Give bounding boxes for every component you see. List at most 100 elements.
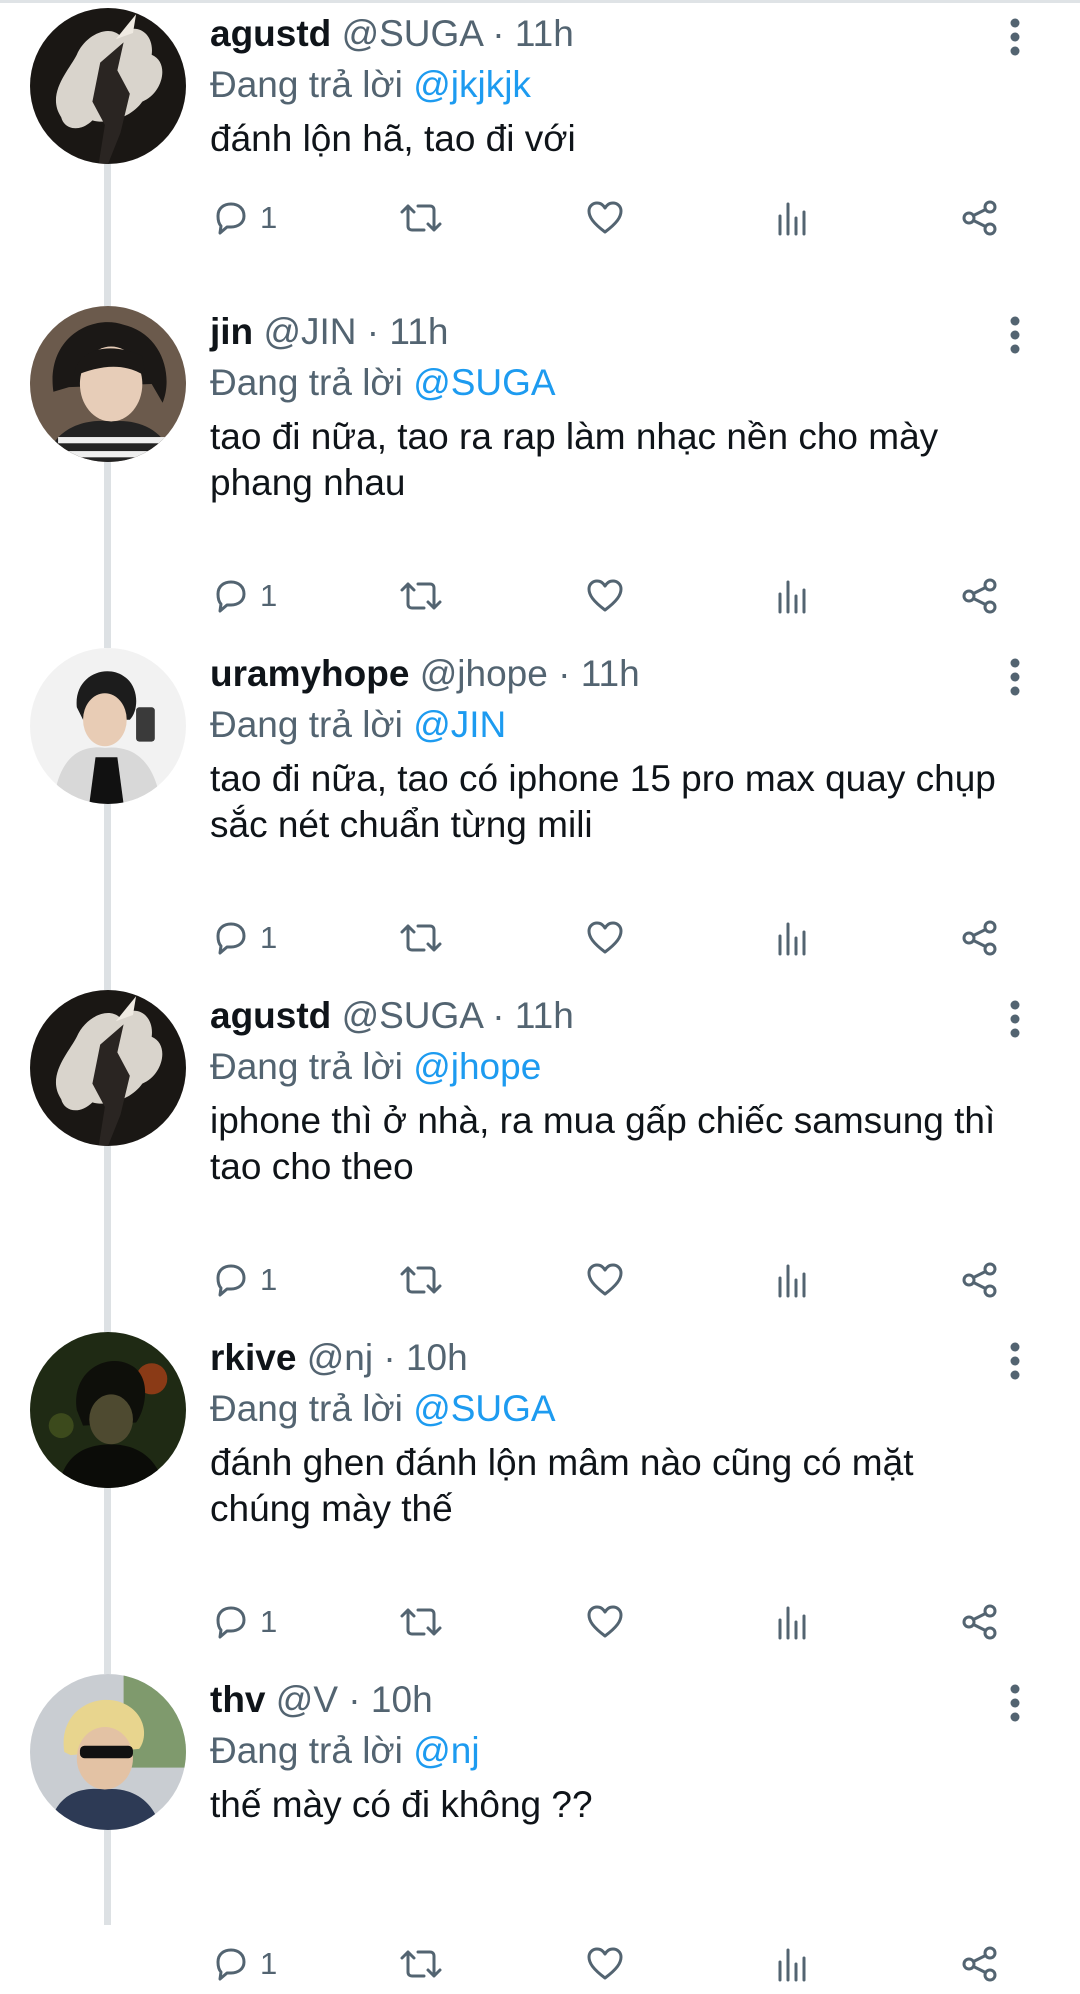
user-handle[interactable]: @jhope	[420, 653, 548, 694]
views-icon	[772, 1602, 812, 1642]
views-button[interactable]	[772, 1592, 812, 1652]
retweet-button[interactable]	[398, 908, 444, 968]
reply-button[interactable]: 1	[210, 566, 277, 626]
more-options-button[interactable]	[990, 1338, 1040, 1388]
avatar[interactable]	[30, 648, 186, 804]
avatar[interactable]	[30, 990, 186, 1146]
views-button[interactable]	[772, 566, 812, 626]
retweet-icon	[398, 918, 444, 958]
avatar[interactable]	[30, 1674, 186, 1830]
reply-button[interactable]: 1	[210, 1934, 277, 1994]
reply-tweet[interactable]: rkive @nj · 10h Đang trả lời @SUGA đánh gh…	[0, 1324, 1080, 1674]
timestamp[interactable]: 10h	[371, 1679, 433, 1720]
more-options-button[interactable]	[990, 654, 1040, 704]
retweet-icon	[398, 198, 444, 238]
more-options-button[interactable]	[990, 312, 1040, 362]
heart-icon	[585, 1602, 625, 1642]
timestamp[interactable]: 11h	[389, 311, 448, 352]
views-icon	[772, 1944, 812, 1984]
like-button[interactable]	[585, 1592, 625, 1652]
replying-to-label: Đang trả lời	[210, 704, 403, 745]
reply-tweet[interactable]: jin @JIN · 11h Đang trả lời @SUGA tao đi n…	[0, 298, 1080, 648]
reply-button[interactable]: 1	[210, 188, 277, 248]
user-handle[interactable]: @JIN	[263, 311, 356, 352]
like-button[interactable]	[585, 188, 625, 248]
user-handle[interactable]: @SUGA	[342, 13, 482, 54]
retweet-button[interactable]	[398, 566, 444, 626]
mention-link[interactable]: @nj	[413, 1730, 479, 1771]
action-bar: 1	[210, 188, 1030, 248]
avatar[interactable]	[30, 1332, 186, 1488]
retweet-icon	[398, 1944, 444, 1984]
retweet-button[interactable]	[398, 1592, 444, 1652]
display-name[interactable]: jin	[210, 311, 253, 352]
display-name[interactable]: agustd	[210, 13, 331, 54]
share-button[interactable]	[960, 1934, 1000, 1994]
reply-icon	[210, 1944, 250, 1984]
reply-button[interactable]: 1	[210, 1250, 277, 1310]
more-options-button[interactable]	[990, 14, 1040, 64]
share-button[interactable]	[960, 908, 1000, 968]
reply-button[interactable]: 1	[210, 908, 277, 968]
like-button[interactable]	[585, 1250, 625, 1310]
reply-tweet[interactable]: uramyhope @jhope · 11h Đang trả lời @JIN t…	[0, 640, 1080, 990]
display-name[interactable]: rkive	[210, 1337, 296, 1378]
user-handle[interactable]: @nj	[307, 1337, 373, 1378]
tweet-content: agustd @SUGA · 11h Đang trả lời @jhope iph…	[210, 982, 1000, 1190]
views-button[interactable]	[772, 1250, 812, 1310]
user-handle[interactable]: @SUGA	[342, 995, 482, 1036]
user-handle[interactable]: @V	[276, 1679, 338, 1720]
views-button[interactable]	[772, 1934, 812, 1994]
avatar[interactable]	[30, 8, 186, 164]
retweet-button[interactable]	[398, 1934, 444, 1994]
separator-dot: ·	[481, 995, 515, 1036]
mention-link[interactable]: @SUGA	[413, 362, 555, 403]
display-name[interactable]: thv	[210, 1679, 266, 1720]
mention-link[interactable]: @JIN	[413, 704, 506, 745]
replying-to-label: Đang trả lời	[210, 1046, 403, 1087]
more-options-button[interactable]	[990, 996, 1040, 1046]
timestamp[interactable]: 10h	[406, 1337, 468, 1378]
mention-link[interactable]: @jhope	[413, 1046, 541, 1087]
replying-to: Đang trả lời @SUGA	[210, 358, 1000, 408]
tweet-header: uramyhope @jhope · 11h	[210, 640, 1000, 700]
reply-button[interactable]: 1	[210, 1592, 277, 1652]
share-icon	[960, 1602, 1000, 1642]
views-button[interactable]	[772, 188, 812, 248]
views-button[interactable]	[772, 908, 812, 968]
share-button[interactable]	[960, 188, 1000, 248]
retweet-button[interactable]	[398, 1250, 444, 1310]
display-name[interactable]: uramyhope	[210, 653, 409, 694]
timestamp[interactable]: 11h	[515, 995, 574, 1036]
mention-link[interactable]: @SUGA	[413, 1388, 555, 1429]
separator-dot: ·	[373, 1337, 406, 1378]
thread-connector-line	[104, 1830, 111, 1925]
share-button[interactable]	[960, 1250, 1000, 1310]
mention-link[interactable]: @jkjkjk	[413, 64, 531, 105]
share-button[interactable]	[960, 566, 1000, 626]
retweet-button[interactable]	[398, 188, 444, 248]
tweet-header: agustd @SUGA · 11h	[210, 982, 1000, 1042]
reply-tweet[interactable]: thv @V · 10h Đang trả lời @nj thế mày có đ…	[0, 1666, 1080, 1982]
timestamp[interactable]: 11h	[581, 653, 640, 694]
replying-to: Đang trả lời @SUGA	[210, 1384, 1000, 1434]
thread-connector-line	[104, 462, 111, 648]
tweet-content: rkive @nj · 10h Đang trả lời @SUGA đánh gh…	[210, 1324, 1000, 1532]
views-icon	[772, 576, 812, 616]
avatar[interactable]	[30, 306, 186, 462]
reply-tweet[interactable]: agustd @SUGA · 11h Đang trả lời @jhope iph…	[0, 982, 1080, 1332]
separator-dot: ·	[338, 1679, 371, 1720]
like-button[interactable]	[585, 1934, 625, 1994]
like-button[interactable]	[585, 566, 625, 626]
reply-tweet[interactable]: agustd @SUGA · 11h Đang trả lời @jkjkjk đá…	[0, 0, 1080, 306]
display-name[interactable]: agustd	[210, 995, 331, 1036]
more-icon	[1008, 1683, 1022, 1728]
views-icon	[772, 918, 812, 958]
more-options-button[interactable]	[990, 1680, 1040, 1730]
share-button[interactable]	[960, 1592, 1000, 1652]
reply-icon	[210, 576, 250, 616]
timestamp[interactable]: 11h	[515, 13, 574, 54]
like-button[interactable]	[585, 908, 625, 968]
tweet-header: rkive @nj · 10h	[210, 1324, 1000, 1384]
reply-icon	[210, 1260, 250, 1300]
